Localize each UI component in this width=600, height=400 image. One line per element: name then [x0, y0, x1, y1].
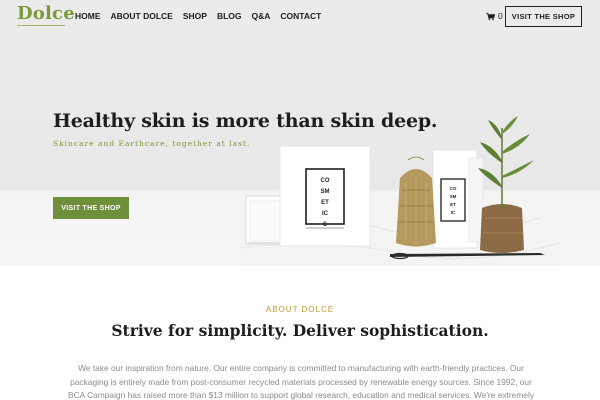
logo-underline: [17, 25, 65, 26]
tall-box-text-sm: SM: [450, 194, 457, 199]
box-text-et: ET: [321, 200, 329, 206]
tall-box-text-et: ET: [450, 202, 456, 207]
box-text-sm: SM: [321, 189, 330, 195]
main-nav: HOME ABOUT DOLCE SHOP BLOG Q&A CONTACT: [75, 11, 321, 21]
tall-box-text-ic: IC: [451, 210, 456, 215]
cart-link[interactable]: 0: [486, 11, 503, 21]
site-header: Dolce HOME ABOUT DOLCE SHOP BLOG Q&A CON…: [0, 0, 600, 34]
nav-home[interactable]: HOME: [75, 11, 101, 21]
about-section-body: We take our inspiration from nature. Our…: [67, 363, 535, 400]
cart-count: 0: [498, 11, 503, 21]
cosmetics-box-tall: CO SM ET IC: [432, 149, 484, 249]
visit-shop-header-button[interactable]: VISIT THE SHOP: [505, 6, 582, 27]
nav-blog[interactable]: BLOG: [217, 11, 242, 21]
nav-about[interactable]: ABOUT DOLCE: [111, 11, 173, 21]
burlap-sachet: [396, 156, 436, 247]
box-text-co: CO: [321, 178, 330, 184]
nav-shop[interactable]: SHOP: [183, 11, 207, 21]
shopping-cart-icon: [486, 12, 495, 20]
box-text-ic: IC: [322, 211, 329, 217]
hero-subtitle: Skincare and Earthcare, together at last…: [53, 139, 251, 148]
logo[interactable]: Dolce: [17, 3, 75, 24]
nav-qa[interactable]: Q&A: [252, 11, 271, 21]
about-section-label: ABOUT DOLCE: [265, 305, 335, 314]
tall-box-text-co: CO: [450, 186, 457, 191]
about-section-title: Strive for simplicity. Deliver sophistic…: [111, 321, 489, 340]
hero-section: Healthy skin is more than skin deep. Ski…: [0, 34, 600, 266]
nav-contact[interactable]: CONTACT: [280, 11, 321, 21]
cosmetics-box-large: CO SM ET IC S: [279, 145, 371, 247]
hero-product-image: CO SM ET IC S CO SM ET IC: [240, 116, 560, 266]
visit-shop-hero-button[interactable]: VISIT THE SHOP: [53, 197, 129, 219]
